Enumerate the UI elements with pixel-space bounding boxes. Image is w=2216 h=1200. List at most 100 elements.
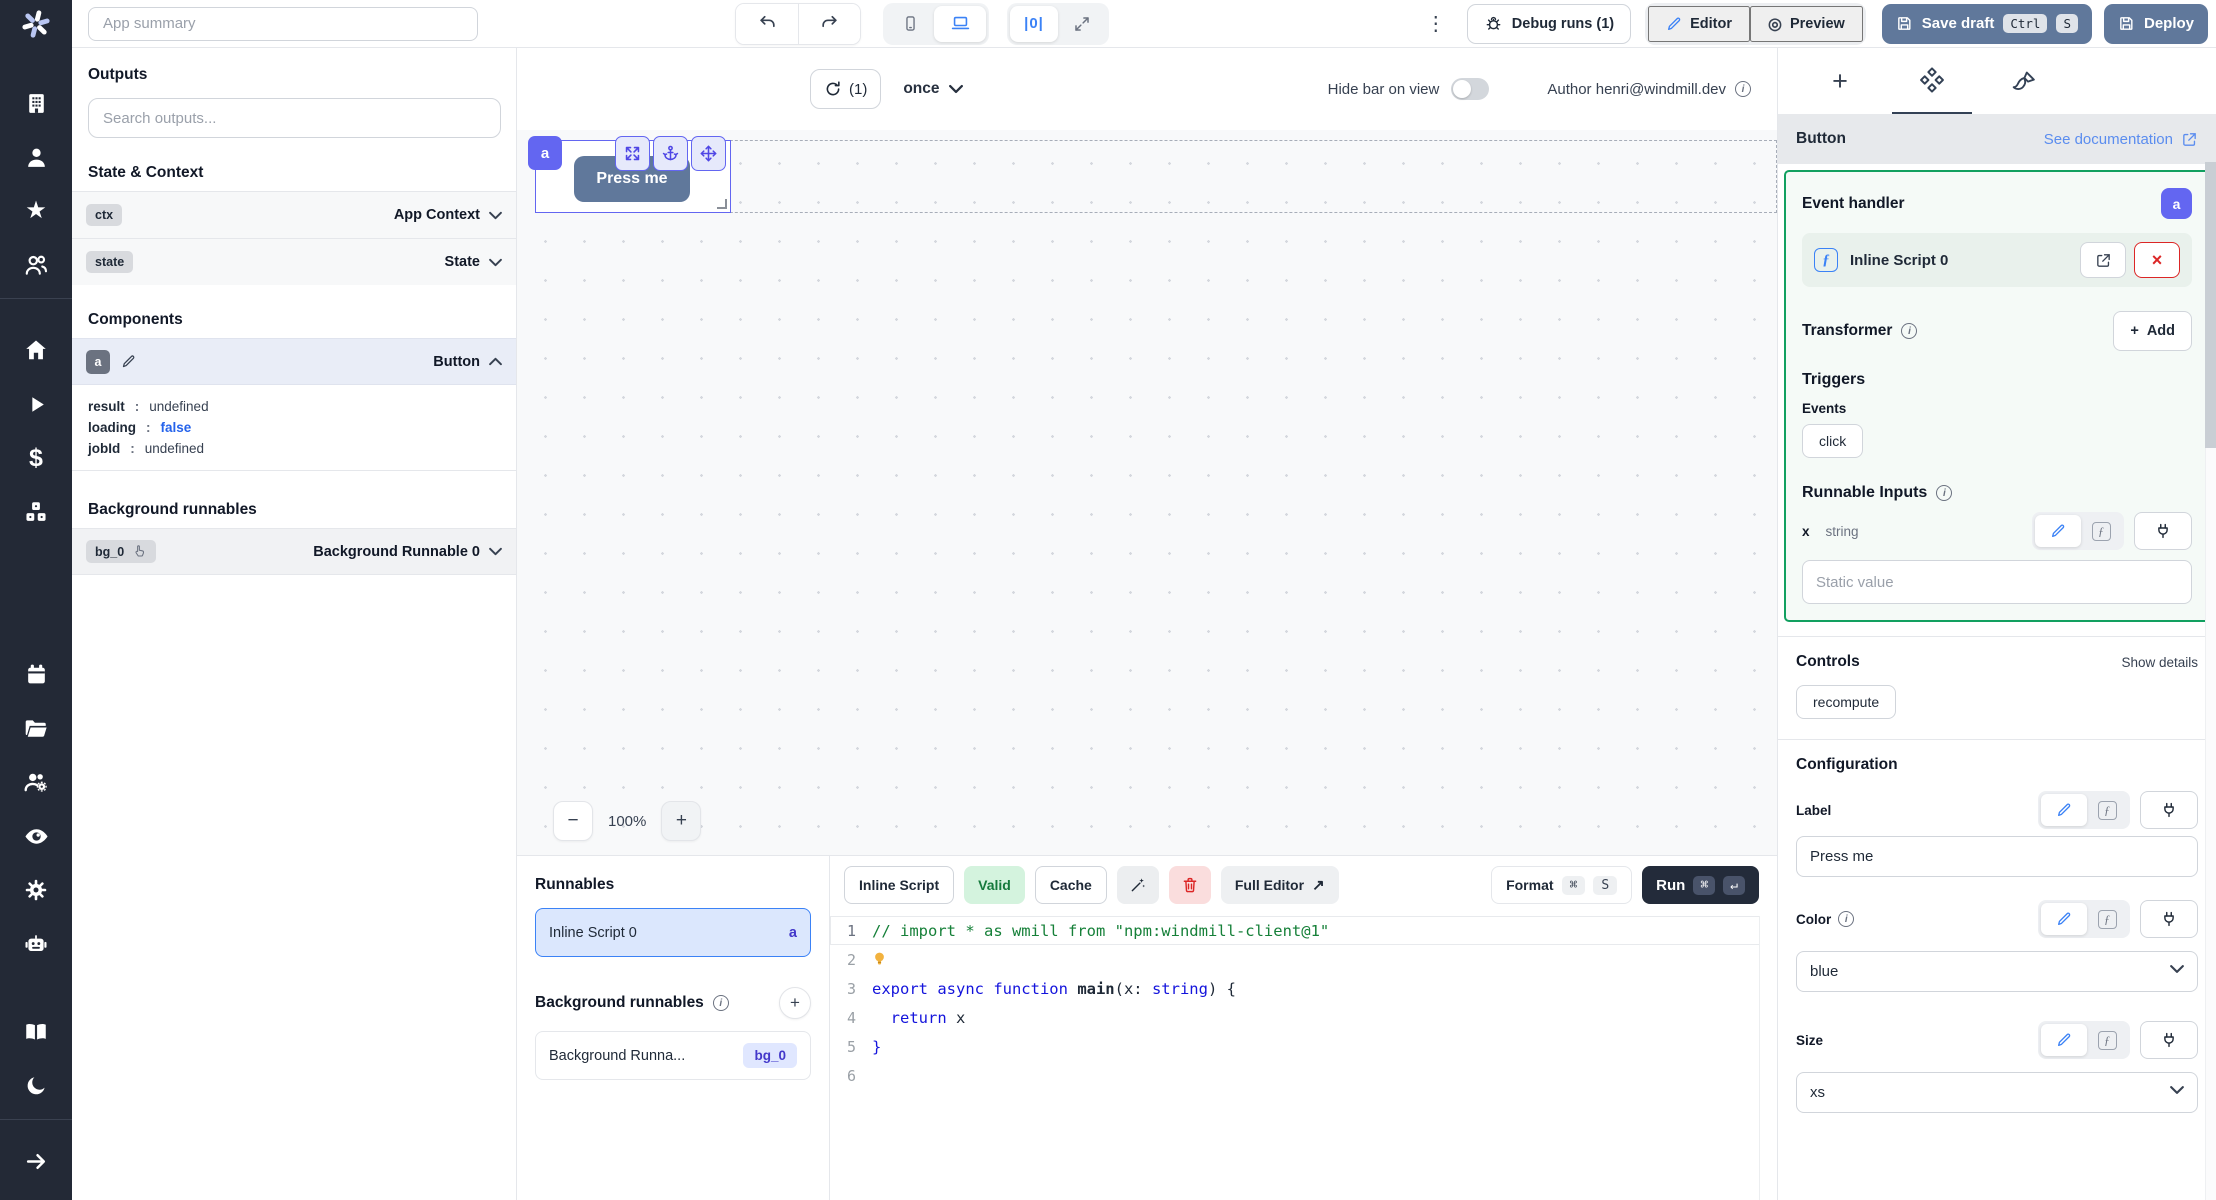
chevron-up-icon[interactable] [489, 357, 502, 366]
chevron-down-icon[interactable] [489, 211, 502, 220]
run-label: Run [1656, 876, 1686, 894]
state-row[interactable]: state State [72, 238, 516, 285]
tab-insert-component[interactable]: + [1800, 48, 1880, 114]
desktop-view-button[interactable] [934, 5, 986, 42]
search-outputs-input[interactable] [88, 98, 501, 138]
nav-workers[interactable] [0, 755, 72, 809]
static-value-input[interactable] [1802, 560, 2192, 604]
nav-variables[interactable]: $ [0, 431, 72, 485]
format-button[interactable]: Format ⌘ S [1491, 866, 1633, 904]
lightbulb-icon[interactable] [872, 951, 887, 968]
expression-mode-button[interactable]: ƒ [2081, 515, 2121, 547]
tab-styling[interactable] [1984, 48, 2064, 114]
zoom-in-button[interactable]: + [661, 801, 702, 841]
debug-runs-button[interactable]: Debug runs (1) [1466, 3, 1632, 44]
color-select-value[interactable] [1796, 951, 2198, 992]
schedule-dropdown[interactable]: once [903, 80, 963, 98]
refresh-button[interactable]: (1) [810, 69, 882, 109]
ai-assistant-button[interactable] [1116, 866, 1159, 904]
inline-script-tab[interactable]: Inline Script [844, 866, 955, 904]
connect-input-button[interactable] [2140, 1021, 2198, 1059]
size-select[interactable] [1796, 1066, 2198, 1113]
see-documentation-link[interactable]: See documentation [2044, 131, 2198, 148]
component-a-row[interactable]: a Button [72, 338, 516, 385]
nav-settings[interactable] [0, 863, 72, 917]
full-editor-button[interactable]: Full Editor ↗ [1220, 866, 1339, 904]
size-select-value[interactable] [1796, 1072, 2198, 1113]
pencil-icon[interactable] [121, 354, 136, 369]
add-transformer-button[interactable]: + Add [2113, 311, 2192, 351]
info-icon[interactable]: i [712, 995, 729, 1011]
info-icon[interactable]: i [1838, 911, 1855, 927]
open-script-button[interactable] [2080, 242, 2126, 278]
undo-button[interactable] [736, 3, 798, 44]
event-click-chip[interactable]: click [1802, 424, 1864, 458]
attached-script-row[interactable]: ƒ Inline Script 0 × [1802, 233, 2192, 287]
delete-script-button[interactable] [1168, 866, 1211, 904]
chevron-down-icon[interactable] [489, 547, 502, 556]
right-panel-scrollbar-thumb[interactable] [2205, 162, 2216, 448]
fullscreen-button[interactable] [1058, 6, 1106, 42]
label-value-input[interactable] [1796, 836, 2198, 877]
redo-button[interactable] [798, 3, 860, 44]
zoom-out-button[interactable]: − [553, 801, 593, 841]
add-background-runnable-button[interactable]: + [779, 987, 811, 1019]
save-draft-button[interactable]: Save draft Ctrl S [1881, 3, 2092, 44]
mobile-view-button[interactable] [886, 6, 934, 42]
recompute-chip[interactable]: recompute [1796, 685, 1897, 719]
nav-home[interactable] [0, 323, 72, 377]
nav-groups[interactable] [0, 238, 72, 292]
chevron-down-icon[interactable] [489, 258, 502, 267]
app-summary-input[interactable] [88, 6, 478, 41]
info-icon[interactable]: i [1936, 485, 1953, 501]
expression-mode-button[interactable]: ƒ [2087, 794, 2127, 826]
connect-input-button[interactable] [2140, 900, 2198, 938]
editor-tab[interactable]: Editor [1648, 5, 1750, 42]
bg0-row[interactable]: bg_0 Background Runnable 0 [72, 528, 516, 575]
component-id-tag[interactable]: a [528, 136, 562, 170]
color-select[interactable] [1796, 945, 2198, 992]
ctx-row[interactable]: ctx App Context [72, 191, 516, 238]
nav-runs[interactable] [0, 377, 72, 431]
expression-mode-button[interactable]: ƒ [2087, 1024, 2127, 1056]
static-mode-button[interactable] [2035, 515, 2081, 547]
expand-sidebar-button[interactable] [0, 1134, 72, 1188]
static-mode-button[interactable] [2041, 1024, 2087, 1056]
move-handle[interactable] [691, 136, 726, 171]
more-options-button[interactable]: ⋮ [1419, 11, 1453, 36]
runnable-background-0[interactable]: Background Runna... bg_0 [535, 1031, 811, 1080]
tab-component-settings[interactable] [1892, 48, 1972, 114]
app-canvas[interactable]: a Press me − 100% + [517, 130, 1777, 855]
static-mode-button[interactable] [2041, 794, 2087, 826]
runnable-inline-script-0[interactable]: Inline Script 0 a [535, 908, 811, 957]
center-align-button[interactable]: |0| [1010, 5, 1058, 42]
show-details-link[interactable]: Show details [2121, 655, 2198, 670]
expand-handle[interactable] [615, 136, 650, 171]
hide-bar-toggle[interactable] [1451, 78, 1490, 100]
cache-button[interactable]: Cache [1034, 866, 1107, 904]
dark-mode-toggle[interactable] [0, 1059, 72, 1113]
deploy-button[interactable]: Deploy [2103, 3, 2208, 44]
detach-script-button[interactable]: × [2134, 242, 2180, 278]
static-mode-button[interactable] [2041, 903, 2087, 935]
nav-user[interactable] [0, 130, 72, 184]
nav-audit[interactable] [0, 809, 72, 863]
nav-docs[interactable] [0, 1005, 72, 1059]
nav-favorites[interactable]: ★ [0, 184, 72, 238]
nav-folders[interactable] [0, 701, 72, 755]
info-icon[interactable]: i [1735, 81, 1751, 97]
run-button[interactable]: Run ⌘ ↵ [1642, 866, 1759, 904]
anchor-handle[interactable] [653, 136, 688, 171]
nav-ai[interactable] [0, 917, 72, 971]
connect-input-button[interactable] [2134, 512, 2192, 550]
connect-input-button[interactable] [2140, 791, 2198, 829]
nav-schedules[interactable] [0, 647, 72, 701]
nav-workspace[interactable] [0, 76, 72, 130]
preview-tab[interactable]: ◎ Preview [1750, 5, 1863, 42]
info-icon[interactable]: i [1901, 323, 1918, 339]
code-area[interactable]: 1 // import * as wmill from "npm:windmill… [830, 916, 1777, 1200]
resize-handle[interactable] [717, 199, 727, 209]
nav-resources[interactable] [0, 485, 72, 539]
windmill-logo[interactable] [0, 0, 72, 48]
expression-mode-button[interactable]: ƒ [2087, 903, 2127, 935]
